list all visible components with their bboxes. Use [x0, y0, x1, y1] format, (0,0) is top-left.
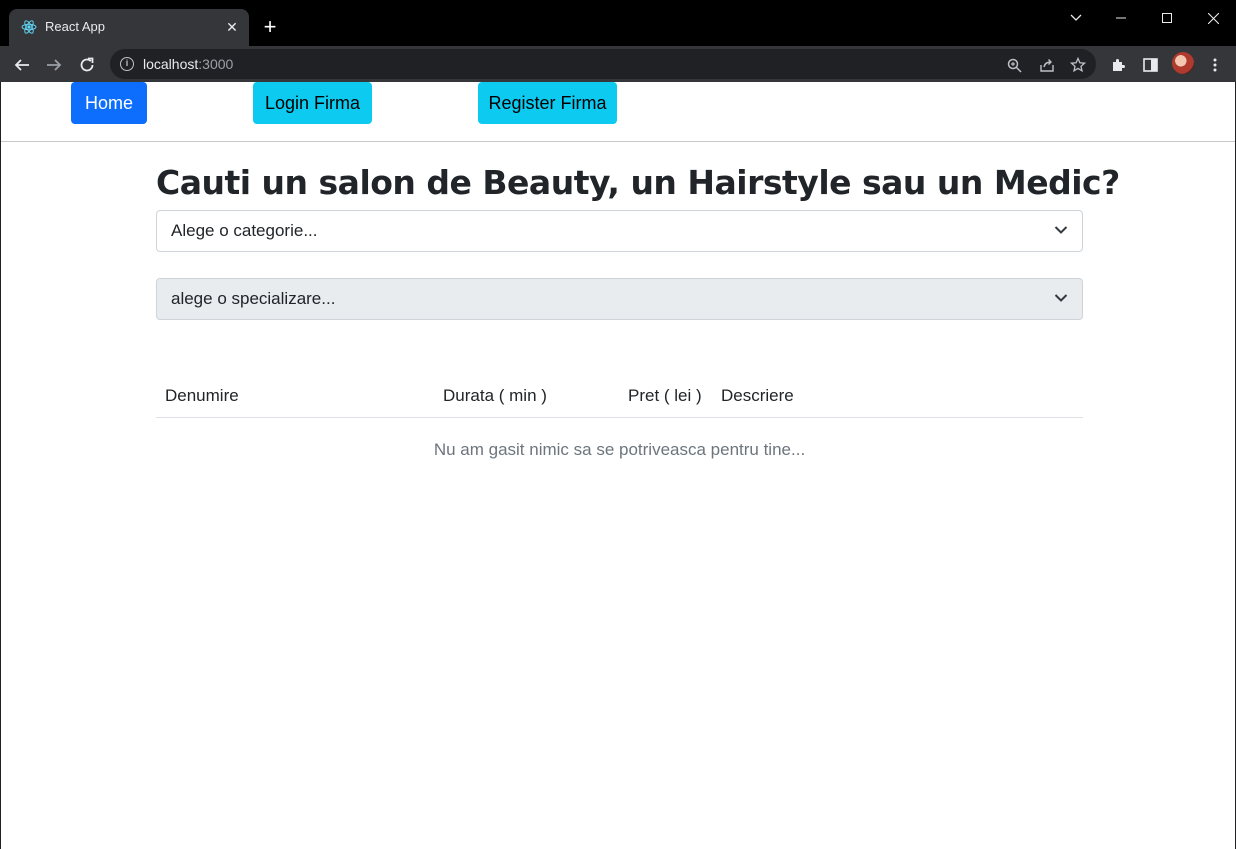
address-bar[interactable]: i localhost:3000 [110, 49, 1096, 79]
column-header-pret: Pret ( lei ) [628, 386, 702, 405]
maximize-icon[interactable] [1144, 0, 1190, 34]
category-select[interactable]: Alege o categorie... [156, 210, 1083, 252]
table-header-divider [156, 417, 1083, 418]
page-viewport: Home Login Firma Register Firma Cauti un… [1, 82, 1235, 849]
new-tab-icon[interactable]: + [260, 16, 280, 38]
url-text: localhost:3000 [143, 56, 234, 72]
close-icon[interactable]: ✕ [223, 18, 241, 36]
column-header-denumire: Denumire [165, 386, 239, 405]
share-icon[interactable] [1037, 54, 1057, 74]
specialization-select[interactable]: alege o specializare... [156, 278, 1083, 320]
profile-avatar[interactable] [1172, 52, 1194, 74]
category-select-value: Alege o categorie... [171, 221, 318, 240]
tab-list-chevron-icon[interactable] [1053, 0, 1099, 34]
home-button[interactable]: Home [71, 82, 147, 124]
zoom-icon[interactable] [1004, 54, 1024, 74]
extensions-icon[interactable] [1107, 53, 1129, 75]
chevron-down-icon [1054, 226, 1068, 234]
browser-toolbar: i localhost:3000 [0, 46, 1236, 82]
minimize-icon[interactable] [1098, 0, 1144, 34]
login-firma-button[interactable]: Login Firma [253, 82, 372, 124]
reload-icon[interactable] [74, 51, 100, 77]
info-icon[interactable]: i [120, 57, 134, 71]
star-icon[interactable] [1068, 54, 1088, 74]
specialization-select-value: alege o specializare... [171, 289, 336, 308]
browser-tab[interactable]: React App ✕ [9, 9, 249, 46]
column-header-durata: Durata ( min ) [443, 386, 547, 405]
register-firma-button[interactable]: Register Firma [478, 82, 617, 124]
side-panel-icon[interactable] [1139, 53, 1161, 75]
menu-icon[interactable] [1204, 53, 1226, 75]
tab-title: React App [45, 19, 105, 34]
empty-results-message: Nu am gasit nimic sa se potriveasca pent… [433, 440, 806, 459]
chevron-down-icon [1054, 294, 1068, 302]
react-icon [21, 20, 37, 34]
forward-icon[interactable] [41, 51, 67, 77]
column-header-descriere: Descriere [721, 386, 794, 405]
site-navbar: Home Login Firma Register Firma [1, 82, 1235, 142]
browser-titlebar: React App ✕ + [0, 0, 1236, 46]
back-icon[interactable] [9, 51, 35, 77]
page-title: Cauti un salon de Beauty, un Hairstyle s… [156, 163, 1120, 202]
window-close-icon[interactable] [1190, 0, 1236, 34]
